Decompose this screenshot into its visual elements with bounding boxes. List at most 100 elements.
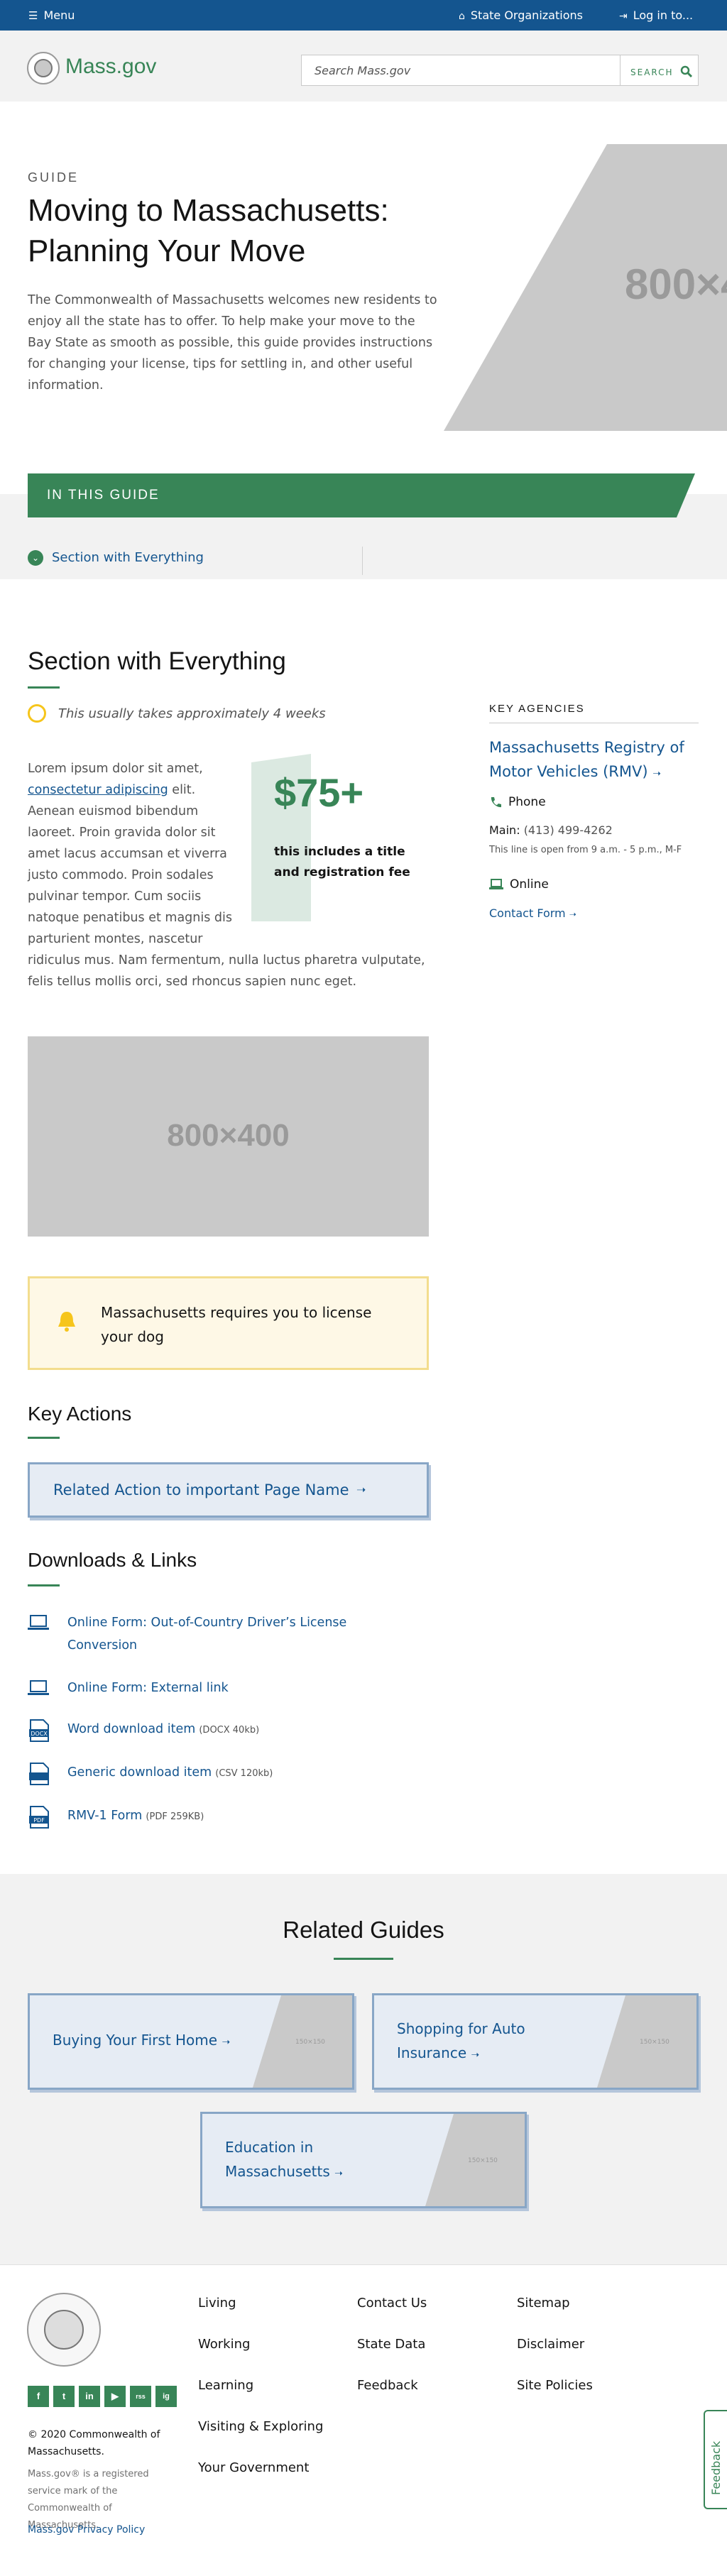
footer-link-site-policies[interactable]: Site Policies [517,2378,593,2393]
arrow-right-icon: ➝ [471,2049,480,2061]
time-estimate: This usually takes approximately 4 weeks [58,706,326,721]
laptop-icon [28,1680,49,1695]
linkedin-icon[interactable]: in [79,2386,100,2407]
rss-icon[interactable]: rss [130,2386,151,2407]
login-icon: ⇥ [619,11,628,22]
footer-link-state-data[interactable]: State Data [357,2337,425,2352]
related-guides-underline [334,1958,393,1960]
file-meta: (PDF 259KB) [146,1812,204,1822]
search-button[interactable]: SEARCH [620,55,698,85]
mass-seal-logo[interactable] [27,52,60,84]
search-icon [681,65,693,78]
arrow-right-icon: ➝ [222,2037,231,2048]
social-links: f t in ▶ rss ig [28,2386,177,2407]
download-link[interactable]: Online Form: Out-of-Country Driver’s Lic… [67,1611,397,1657]
footer-link-government[interactable]: Your Government [198,2460,309,2475]
arrow-right-icon: ➝ [356,1483,366,1496]
phone-main: Main: (413) 499-4262 [489,823,613,837]
footer-link-visiting[interactable]: Visiting & Exploring [198,2419,323,2434]
card-label: Shopping for Auto Insurance ➝ [397,2020,525,2061]
login-button[interactable]: ⇥ Log in to... [619,9,693,22]
card-thumbnail: 150×150 [597,1995,696,2088]
phone-hours: This line is open from 9 a.m. - 5 p.m., … [489,845,682,855]
card-thumbnail-text: 150×150 [295,2039,325,2046]
top-bar: ☰ Menu ⌂ State Organizations ⇥ Log in to... [0,0,727,31]
card-thumbnail: 150×150 [253,1995,352,2088]
arrow-right-icon: ➝ [334,2168,343,2179]
copyright: © 2020 Commonwealth of Massachusetts. [28,2429,160,2457]
instagram-icon[interactable]: ig [155,2386,177,2407]
download-link[interactable]: Word download item [67,1722,195,1736]
facebook-icon[interactable]: f [28,2386,49,2407]
footer-link-working[interactable]: Working [198,2337,250,2352]
related-guides-title: Related Guides [283,1917,444,1943]
download-item[interactable]: DOCX Word download item (DOCX 40kb) [28,1718,397,1742]
download-item[interactable]: Online Form: External link [28,1677,397,1699]
footer-seal-logo[interactable] [27,2293,101,2367]
site-logo-text[interactable]: Mass.gov [65,55,156,79]
related-guide-card[interactable]: 150×150 Buying Your First Home ➝ [28,1993,354,2090]
download-item[interactable]: PDF RMV-1 Form (PDF 259KB) [28,1804,397,1829]
section-title-underline [28,686,60,689]
card-label: Buying Your First Home ➝ [53,2032,231,2049]
key-action-button[interactable]: Related Action to important Page Name ➝ [28,1462,429,1518]
footer-link-living[interactable]: Living [198,2296,236,2311]
site-header: Mass.gov Search Mass.gov SEARCH [0,31,727,102]
phone-label: Phone [508,795,546,809]
hamburger-icon: ☰ [28,9,38,22]
state-organizations-button[interactable]: ⌂ State Organizations [459,9,583,22]
key-actions-underline [28,1437,60,1439]
docx-file-icon: DOCX [29,1719,49,1742]
section-image-placeholder: 800×400 [28,1036,429,1237]
pdf-file-icon: PDF [29,1806,49,1829]
bell-icon [58,1312,75,1332]
pdf-badge: PDF [33,1817,45,1824]
key-actions-title: Key Actions [28,1403,132,1425]
key-agencies-label: KEY AGENCIES [489,703,585,715]
search-input[interactable]: Search Mass.gov [315,64,410,77]
download-link[interactable]: RMV-1 Form [67,1809,142,1823]
page-title: Moving to Massachusetts: Planning Your M… [28,193,389,268]
page-description: The Commonwealth of Massachusetts welcom… [28,293,437,393]
footer-link-learning[interactable]: Learning [198,2378,253,2393]
privacy-policy-link[interactable]: Mass.gov Privacy Policy [28,2524,145,2536]
youtube-icon[interactable]: ▶ [104,2386,126,2407]
footer-link-sitemap[interactable]: Sitemap [517,2296,570,2311]
inline-link[interactable]: consectetur adipiscing [28,783,168,797]
downloads-title: Downloads & Links [28,1549,197,1571]
laptop-icon [28,1615,49,1630]
download-link[interactable]: Generic download item [67,1765,212,1780]
hero-image-placeholder-text: 800×4 [625,261,727,308]
generic-file-icon [29,1763,49,1785]
footer-link-feedback[interactable]: Feedback [357,2378,418,2393]
in-this-guide-label: IN THIS GUIDE [47,488,160,503]
contact-form-link[interactable]: Contact Form ➝ [489,906,576,920]
footer-divider [0,2264,727,2265]
phone-number[interactable]: (413) 499-4262 [524,823,613,837]
feedback-tab[interactable]: Feedback [704,2410,727,2509]
card-thumbnail-text: 150×150 [640,2039,669,2046]
menu-button[interactable]: ☰ Menu [28,9,75,22]
file-meta: (DOCX 40kb) [199,1725,260,1736]
search-form: Search Mass.gov SEARCH [301,55,699,86]
in-this-guide-link[interactable]: ⌄ Section with Everything [28,550,204,566]
callout-amount: $75+ [274,770,364,815]
related-guide-card[interactable]: 150×150 Shopping for Auto Insurance ➝ [372,1993,699,2090]
footer-link-disclaimer[interactable]: Disclaimer [517,2337,584,2352]
related-guide-card[interactable]: 150×150 Education in Massachusetts ➝ [200,2112,527,2208]
downloads-underline [28,1584,60,1586]
download-item[interactable]: Online Form: Out-of-Country Driver’s Lic… [28,1611,397,1657]
file-meta: (CSV 120kb) [215,1768,273,1779]
download-item[interactable]: Generic download item (CSV 120kb) [28,1761,397,1785]
arrow-right-icon: ➝ [569,909,576,919]
agency-link[interactable]: Massachusetts Registry of Motor Vehicles… [489,735,702,786]
card-thumbnail: 150×150 [425,2114,525,2206]
docx-badge: DOCX [31,1731,48,1737]
card-label: Education in Massachusetts ➝ [225,2139,343,2180]
phone-icon [491,797,501,808]
twitter-icon[interactable]: t [53,2386,75,2407]
download-link[interactable]: Online Form: External link [67,1677,397,1699]
divider [362,547,363,575]
footer-link-contact[interactable]: Contact Us [357,2296,427,2311]
alert-text: Massachusetts requires you to license yo… [101,1304,372,1345]
